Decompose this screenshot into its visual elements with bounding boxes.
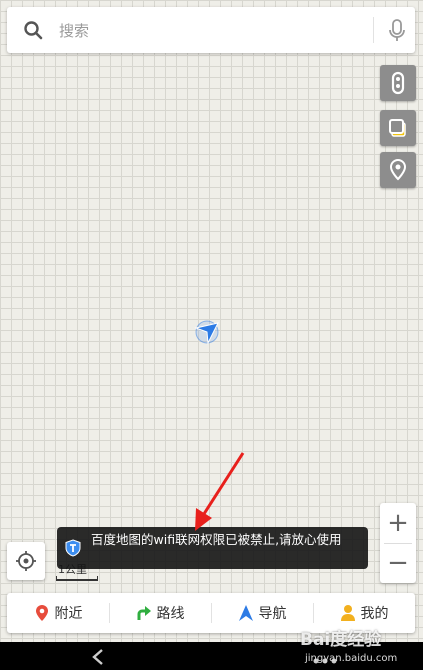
scale-bar (56, 576, 98, 581)
route-arrow-icon (137, 606, 151, 620)
nav-profile-label: 我的 (360, 606, 389, 622)
search-divider (373, 17, 374, 43)
navigation-arrow-icon (238, 605, 253, 621)
search-input[interactable] (57, 17, 361, 45)
user-icon (340, 605, 355, 621)
nav-navigation[interactable]: 导航 (211, 593, 313, 633)
search-bar[interactable] (7, 7, 415, 53)
zoom-in-button[interactable]: + (380, 503, 416, 543)
crosshair-icon (16, 551, 36, 571)
traffic-button[interactable] (380, 65, 416, 101)
microphone-icon[interactable] (387, 19, 407, 43)
watermark-url: jingyan.baidu.com (305, 653, 398, 664)
locate-button[interactable] (7, 542, 45, 580)
search-icon (24, 21, 43, 40)
layers-icon (389, 119, 406, 137)
toast-text: 百度地图的wifi联网权限已被禁止,请放心使用 (91, 532, 342, 547)
watermark-brand: Bai度经验 (300, 630, 382, 650)
zoom-controls: + − (380, 503, 416, 583)
map-pin-icon (389, 158, 407, 181)
poi-button[interactable] (380, 152, 416, 188)
back-icon[interactable] (90, 648, 106, 666)
traffic-light-icon (391, 71, 405, 95)
nav-navigation-label: 导航 (258, 606, 287, 622)
nav-nearby[interactable]: 附近 (7, 593, 109, 633)
shield-icon (65, 539, 81, 557)
nav-route-label: 路线 (156, 606, 185, 622)
nav-route[interactable]: 路线 (109, 593, 211, 633)
current-location-marker (194, 320, 219, 345)
nearby-pin-icon (35, 605, 48, 621)
nav-nearby-label: 附近 (54, 606, 83, 622)
zoom-out-button[interactable]: − (380, 543, 416, 583)
layers-button[interactable] (380, 110, 416, 146)
toast-message: 百度地图的wifi联网权限已被禁止,请放心使用 (57, 527, 368, 569)
